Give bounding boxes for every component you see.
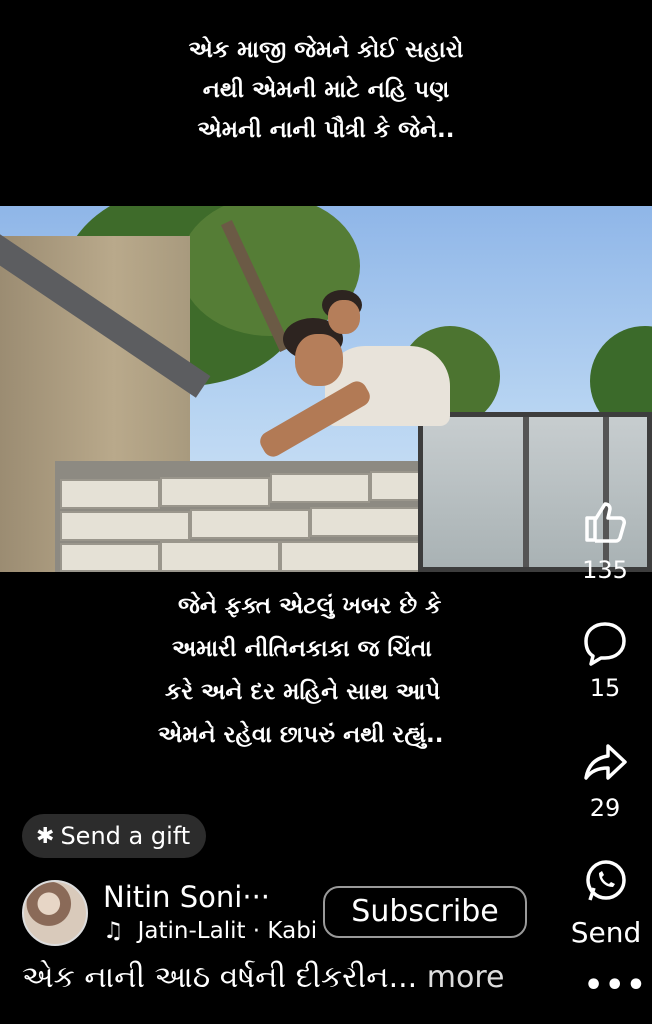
video-caption-top: એક માજી જેમને કોઈ સહારો નથી એમની માટે નહ… <box>0 30 652 150</box>
video-description[interactable]: એક નાની આઠ વર્ષની દીકરીન... more <box>22 960 504 995</box>
like-button[interactable]: 135 <box>575 498 635 584</box>
caption-line: એક માજી જેમને કોઈ સહારો <box>188 37 464 63</box>
thumbs-up-icon <box>585 502 626 543</box>
description-text: એક નાની આઠ વર્ષની દીકરીન... <box>22 960 418 995</box>
like-count: 135 <box>582 556 628 584</box>
send-gift-label: Send a gift <box>60 822 191 850</box>
caption-line: નથી એમની માટે નહિ પણ <box>202 77 450 103</box>
caption-line: કરે અને દર મહિને સાથ આપે <box>165 679 441 705</box>
music-info[interactable]: ♫ Jatin-Lalit · Kabi <box>103 918 317 944</box>
more-link[interactable]: more <box>427 960 505 995</box>
brick-wall <box>55 461 425 572</box>
music-note-icon: ♫ <box>103 918 124 944</box>
send-button[interactable]: Send <box>566 856 646 949</box>
worker-face <box>295 334 343 386</box>
comment-count: 15 <box>589 674 621 702</box>
music-label: Jatin-Lalit · Kabi <box>137 918 318 944</box>
channel-avatar[interactable] <box>22 880 88 946</box>
send-label: Send <box>570 916 642 949</box>
comment-icon <box>584 622 626 666</box>
share-arrow-icon <box>584 744 627 780</box>
share-button[interactable]: 29 <box>575 738 635 822</box>
video-frame[interactable] <box>0 206 652 572</box>
subscribe-button[interactable]: Subscribe <box>323 886 527 938</box>
more-options-icon[interactable]: ••• <box>584 968 648 1003</box>
whatsapp-icon <box>586 860 626 901</box>
comment-button[interactable]: 15 <box>575 618 635 702</box>
channel-name[interactable]: Nitin Soni··· <box>103 880 270 914</box>
caption-line: અમારી નીતિનકાકા જ ચિંતા <box>172 636 432 662</box>
share-count: 29 <box>589 794 621 822</box>
caption-line: જેને ફક્ત એટલું ખબર છે કે <box>178 593 442 619</box>
caption-line: એમની નાની પૌત્રી કે જેને.. <box>197 117 455 143</box>
worker2-face <box>328 300 360 334</box>
send-gift-button[interactable]: ✱ Send a gift <box>22 814 207 858</box>
sparkle-star-icon: ✱ <box>36 823 55 849</box>
caption-line: એમને રહેવા છાપરું નથી રહ્યું.. <box>158 722 444 748</box>
